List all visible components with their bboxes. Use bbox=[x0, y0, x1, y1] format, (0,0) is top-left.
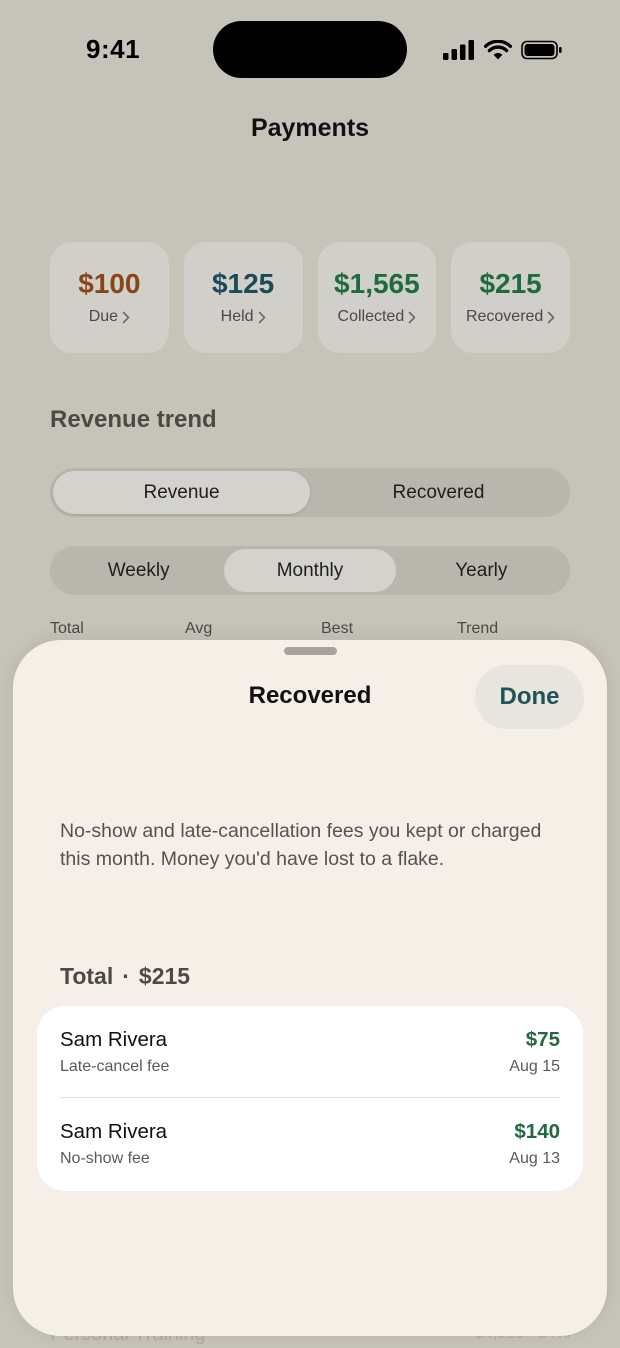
stat-label: Collected bbox=[337, 307, 405, 325]
fee-amount: $75 bbox=[525, 1028, 560, 1051]
stat-label: Held bbox=[220, 307, 254, 325]
client-name: Sam Rivera bbox=[60, 1120, 168, 1143]
metric-labels: Total Avg Best Trend bbox=[50, 620, 570, 640]
total-value: $215 bbox=[138, 963, 191, 989]
status-icons bbox=[443, 38, 563, 62]
fee-amount: $140 bbox=[514, 1120, 560, 1143]
list-item[interactable]: Sam Rivera No-show fee $140 Aug 13 bbox=[60, 1098, 560, 1190]
stat-card-held[interactable]: $125 Held bbox=[183, 242, 303, 353]
fee-date: Aug 13 bbox=[509, 1150, 560, 1167]
stat-card-collected[interactable]: $1,565 Collected bbox=[317, 242, 437, 353]
client-name: Sam Rivera bbox=[60, 1028, 168, 1051]
metric-label-trend: Trend bbox=[457, 620, 499, 637]
chevron-right-icon bbox=[258, 311, 265, 323]
stat-value: $125 bbox=[211, 267, 275, 299]
tab-revenue[interactable]: Revenue bbox=[53, 471, 310, 514]
fee-date: Aug 15 bbox=[509, 1058, 560, 1075]
wifi-icon bbox=[484, 40, 512, 60]
total-separator: · bbox=[122, 963, 130, 989]
stat-label: Recovered bbox=[465, 307, 544, 325]
done-button[interactable]: Done bbox=[475, 665, 584, 729]
tab-weekly[interactable]: Weekly bbox=[53, 549, 224, 592]
stat-card-recovered[interactable]: $215 Recovered bbox=[451, 242, 570, 353]
chevron-right-icon bbox=[548, 311, 555, 323]
stat-cards: $100 Due $125 Held $1,565 Collected $215… bbox=[50, 242, 570, 353]
battery-icon bbox=[521, 40, 562, 60]
stat-value: $100 bbox=[78, 267, 141, 299]
stat-card-due[interactable]: $100 Due bbox=[50, 242, 169, 353]
stat-value: $215 bbox=[479, 267, 542, 299]
fee-type: Late-cancel fee bbox=[60, 1058, 170, 1075]
page-title: Payments bbox=[250, 114, 370, 142]
section-title-revenue-trend: Revenue trend bbox=[50, 406, 217, 433]
tab-monthly[interactable]: Monthly bbox=[224, 549, 396, 592]
dynamic-island bbox=[213, 21, 407, 78]
chevron-right-icon bbox=[408, 311, 416, 323]
status-time: 9:41 bbox=[86, 34, 141, 64]
metric-label-avg: Avg bbox=[185, 620, 213, 637]
total-summary: Total · $215 bbox=[60, 963, 190, 990]
cellular-signal-icon bbox=[443, 40, 474, 60]
metric-label-best: Best bbox=[321, 620, 354, 637]
period-segmented-control: Weekly Monthly Yearly bbox=[50, 546, 570, 595]
sheet-grabber[interactable] bbox=[284, 647, 337, 655]
total-label: Total bbox=[60, 963, 114, 989]
fee-type: No-show fee bbox=[60, 1150, 150, 1167]
chevron-right-icon bbox=[122, 311, 130, 323]
stat-value: $1,565 bbox=[334, 267, 420, 299]
stat-label: Due bbox=[88, 307, 119, 325]
mode-segmented-control: Revenue Recovered bbox=[50, 468, 570, 517]
tab-recovered[interactable]: Recovered bbox=[310, 471, 567, 514]
metric-label-total: Total bbox=[50, 620, 84, 637]
recovered-fees-list: Sam Rivera Late-cancel fee $75 Aug 15 Sa… bbox=[37, 1006, 583, 1191]
list-item[interactable]: Sam Rivera Late-cancel fee $75 Aug 15 bbox=[60, 1006, 560, 1098]
sheet-description: No-show and late-cancellation fees you k… bbox=[60, 820, 542, 870]
tab-yearly[interactable]: Yearly bbox=[396, 549, 567, 592]
